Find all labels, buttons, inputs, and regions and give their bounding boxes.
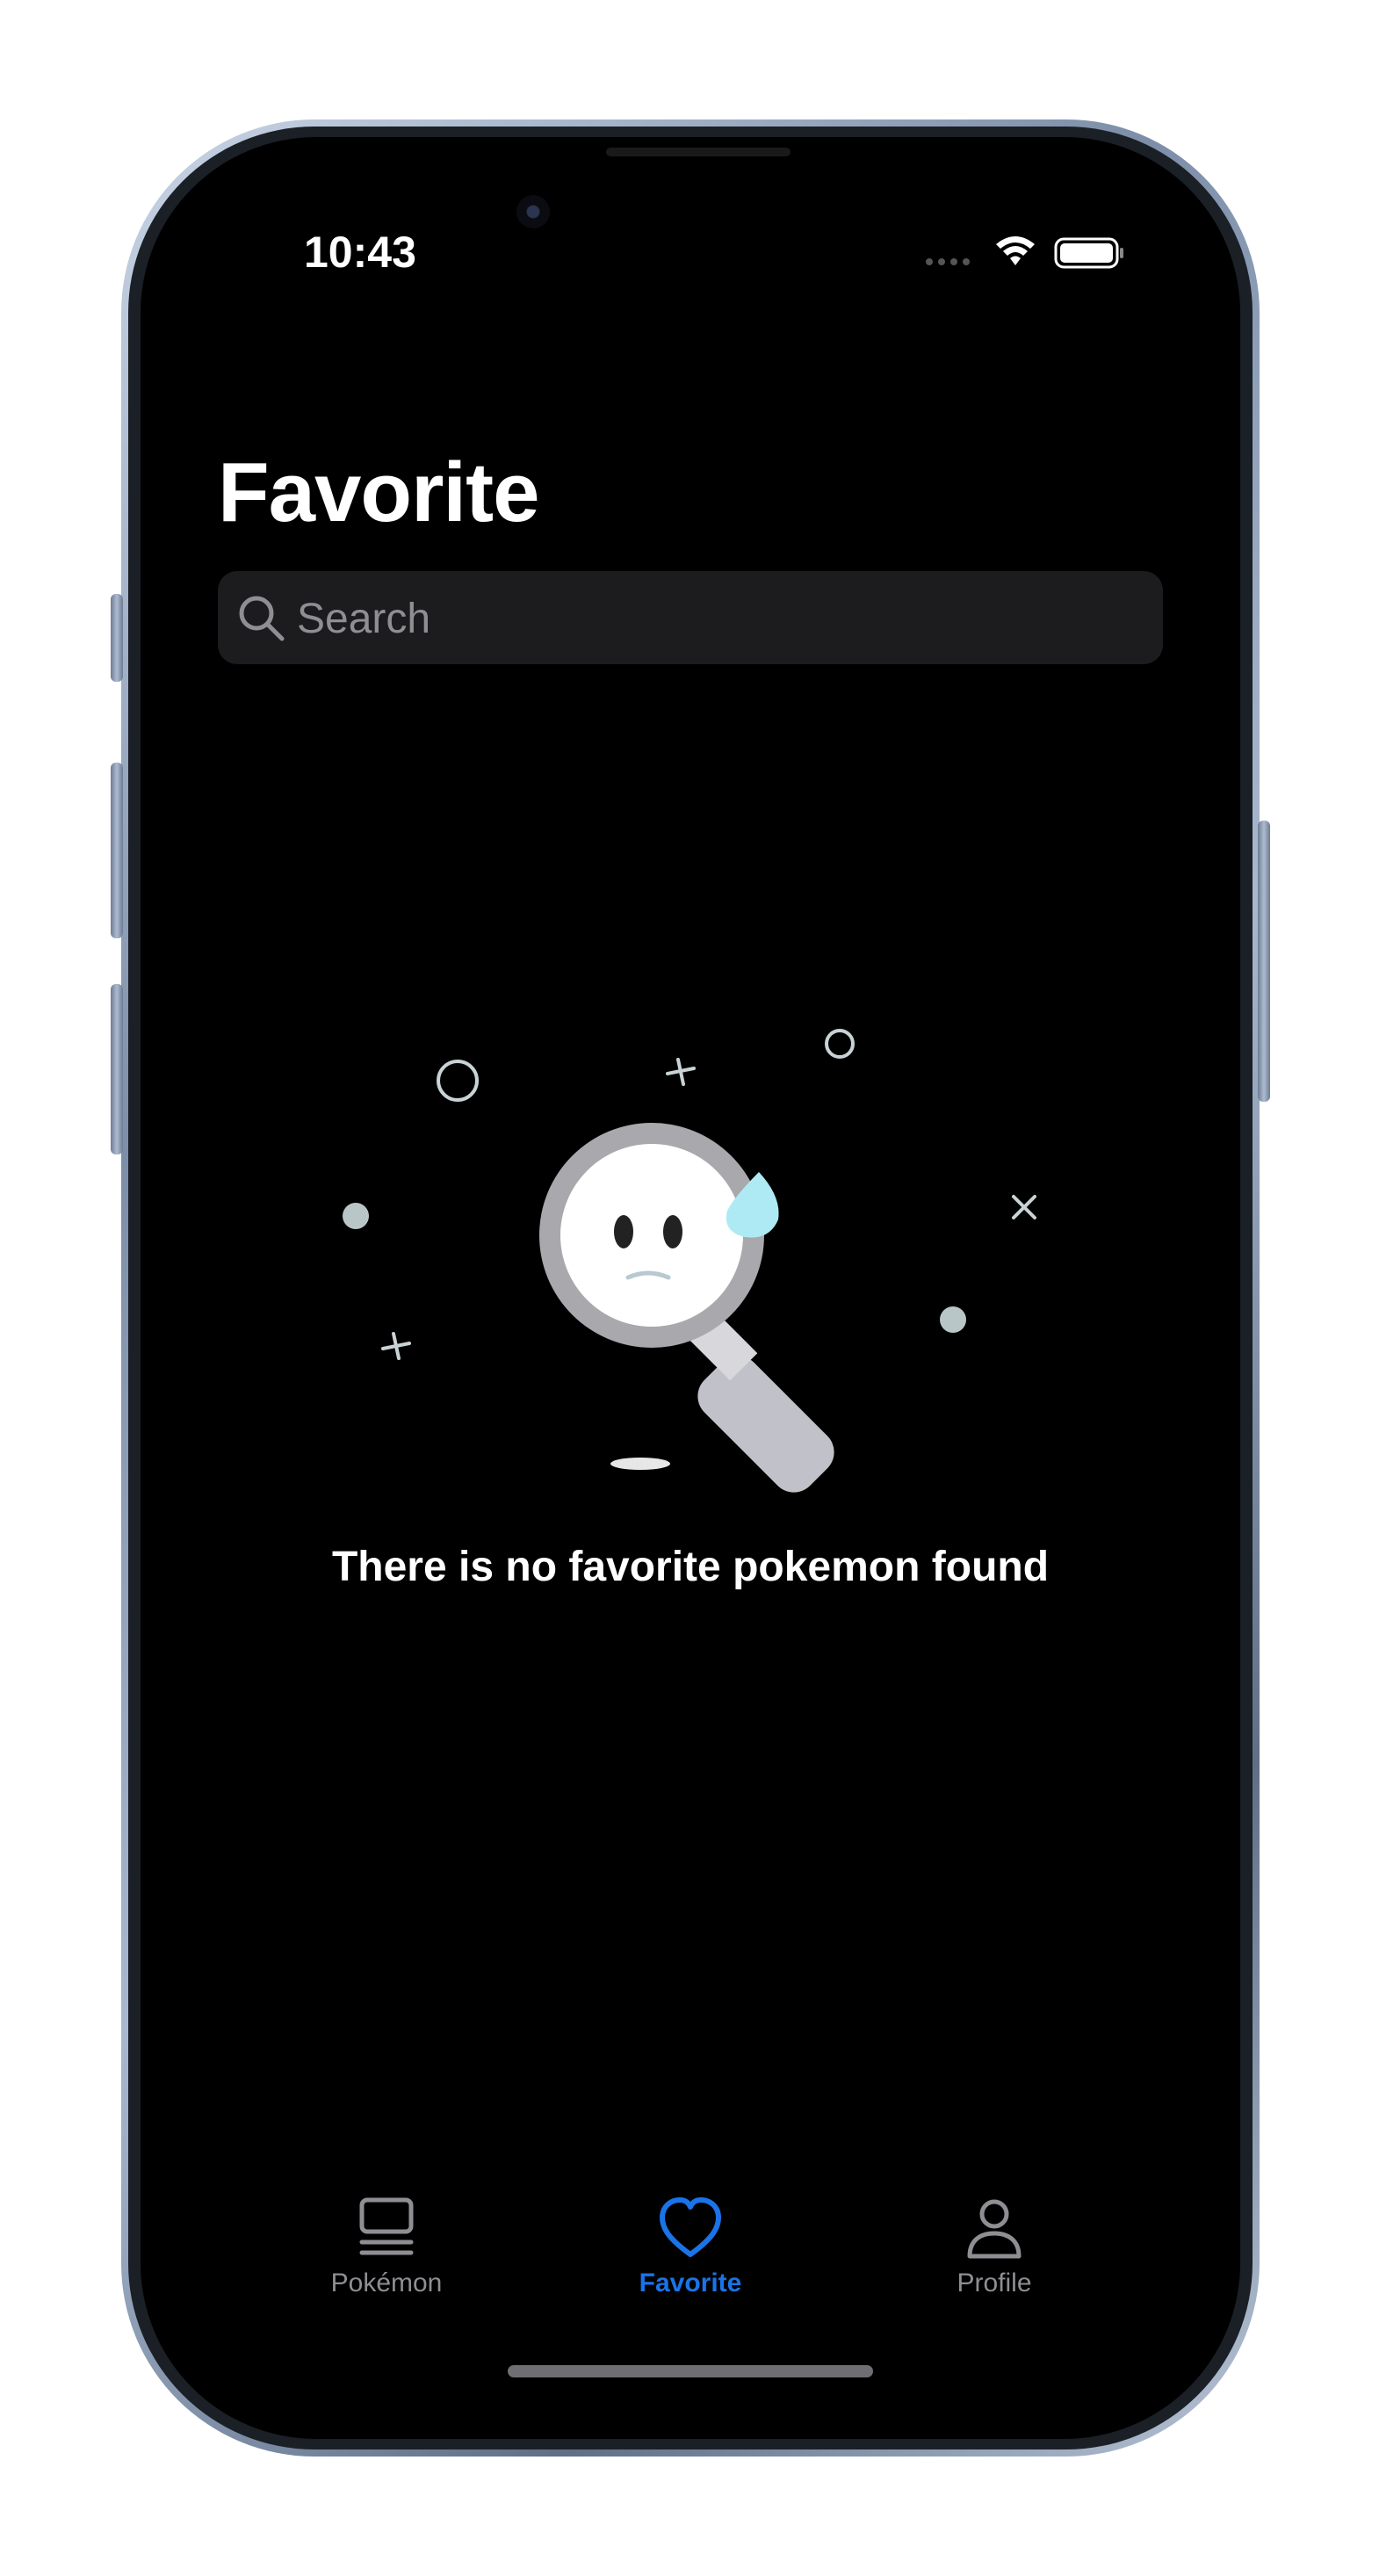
power-button <box>1258 821 1270 1102</box>
home-indicator[interactable] <box>508 2365 873 2377</box>
tab-label: Pokémon <box>330 2268 443 2297</box>
x-decoration <box>1012 1195 1036 1219</box>
volume-up-button <box>111 763 123 938</box>
empty-state-message: There is no favorite pokemon found <box>331 1544 1050 1590</box>
list-icon <box>359 2197 414 2255</box>
plus-decoration <box>381 1332 411 1360</box>
screen: 10:43 Favorite Search There is no favori… <box>141 137 1240 2439</box>
circle-outline-decoration <box>825 1029 855 1059</box>
dot-decoration <box>940 1306 966 1333</box>
dot-decoration <box>343 1203 369 1229</box>
circle-outline-decoration <box>437 1060 479 1102</box>
mute-switch <box>111 594 123 682</box>
tab-profile[interactable]: Profile <box>889 2193 1100 2298</box>
tab-favorite[interactable]: Favorite <box>585 2193 796 2298</box>
volume-down-button <box>111 984 123 1154</box>
tab-label: Favorite <box>639 2268 742 2297</box>
plus-decoration <box>666 1058 696 1086</box>
tab-label: Profile <box>957 2268 1032 2297</box>
tab-pokemon[interactable]: Pokémon <box>281 2193 492 2298</box>
person-icon <box>967 2199 1022 2259</box>
empty-state-illustration <box>343 1029 1036 1493</box>
face-eye <box>663 1215 682 1248</box>
magnifier-handle <box>686 1309 834 1493</box>
shadow-decoration <box>610 1458 670 1470</box>
face-eye <box>614 1215 633 1248</box>
tab-bar: Pokémon Favorite Profile <box>141 2193 1240 2316</box>
magnifier-lens <box>560 1144 743 1327</box>
heart-icon <box>660 2197 721 2257</box>
